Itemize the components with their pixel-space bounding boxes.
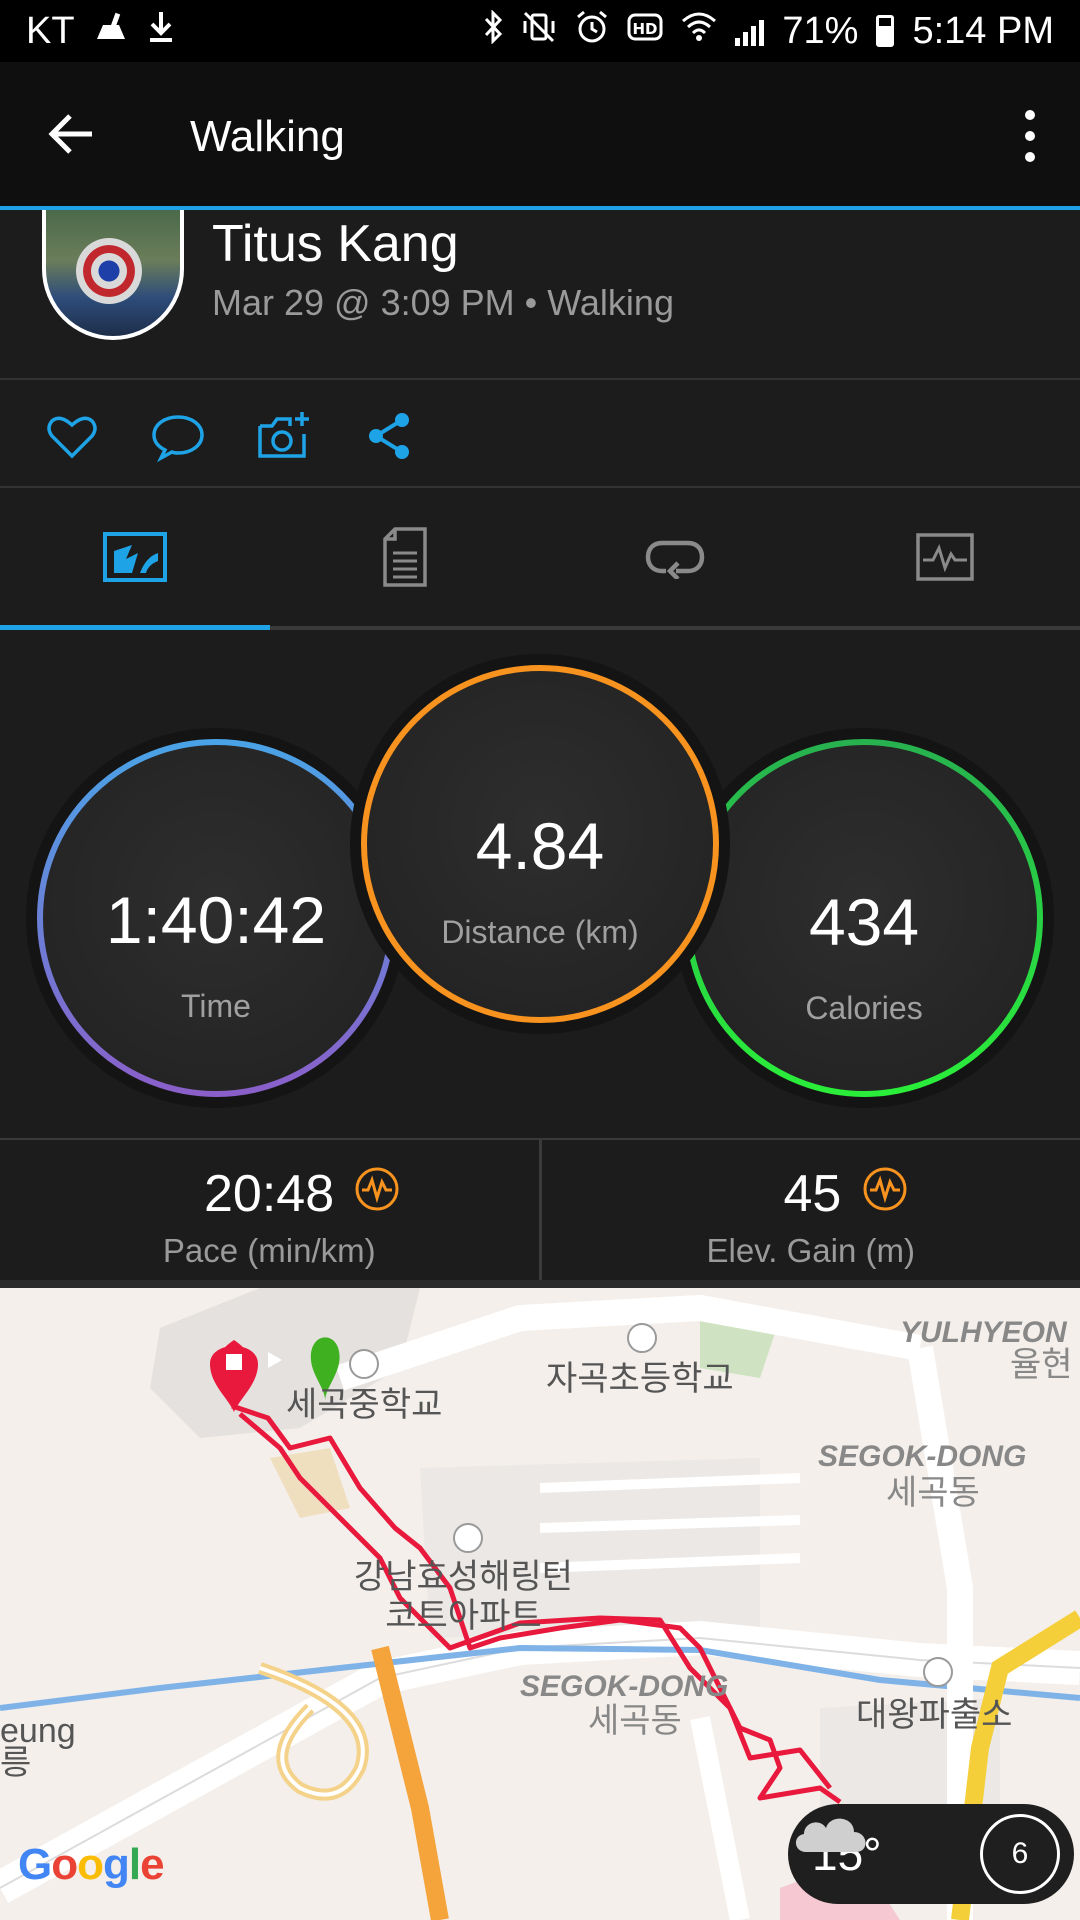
stats-rings: 1:40:42 Time 4.84 Distance (km) 434 Calo…	[0, 630, 1080, 1138]
map-label-dong2-kr: 세곡동	[588, 1702, 682, 1740]
tab-charts[interactable]	[810, 488, 1080, 626]
calories-label: Calories	[805, 990, 923, 1026]
status-bar: KT HD 71% 5:14 PM	[0, 0, 1080, 62]
share-icon[interactable]	[362, 408, 418, 464]
map-label-yulhyeon-kr: 율현	[1010, 1346, 1073, 1384]
pace-label: Pace (min/km)	[162, 1232, 376, 1269]
avatar[interactable]	[42, 210, 184, 340]
carrier-label: KT	[26, 9, 75, 52]
sub-stats: 20:48 Pace (min/km) 45 Elev. Gain (m)	[0, 1138, 1080, 1288]
route-map[interactable]: 세곡중학교 자곡초등학교 강남효성해링턴 코트아파트 SEGOK-DONG 세곡…	[0, 1288, 1080, 1920]
comment-icon[interactable]	[150, 408, 206, 464]
alarm-icon	[575, 10, 609, 53]
page-title: Walking	[190, 112, 345, 161]
elev-stat[interactable]: 45 Elev. Gain (m)	[538, 1140, 1080, 1280]
overflow-menu-icon[interactable]	[1010, 104, 1050, 168]
battery-icon	[876, 15, 895, 47]
map-label-dong1-en: SEGOK-DONG	[818, 1440, 1027, 1473]
charts-icon	[916, 533, 974, 581]
cloud-icon	[795, 1818, 866, 1852]
tab-details[interactable]	[270, 488, 540, 626]
activity-meta: Mar 29 @ 3:09 PM • Walking	[212, 282, 674, 323]
google-logo: Google	[18, 1840, 165, 1889]
action-bar	[0, 380, 1080, 488]
back-arrow-icon[interactable]	[42, 104, 102, 164]
map-label-school2: 자곡초등학교	[546, 1360, 734, 1398]
toolbar: Walking	[0, 62, 1080, 210]
distance-value: 4.84	[475, 809, 605, 883]
hd-icon: HD	[627, 12, 663, 51]
map-label-police: 대왕파출소	[856, 1696, 1013, 1734]
school-icon	[627, 1323, 657, 1353]
map-label-school1: 세곡중학교	[286, 1386, 443, 1424]
pace-value: 20:48	[204, 1165, 335, 1223]
user-name[interactable]: Titus Kang	[212, 214, 459, 274]
bluetooth-icon	[483, 8, 503, 53]
map-label-reung: 릉	[0, 1744, 32, 1782]
like-icon[interactable]	[44, 408, 100, 464]
weather-uv: 6	[980, 1814, 1060, 1894]
time-label: Time	[181, 988, 251, 1024]
pulse-icon	[863, 1167, 906, 1211]
distance-label: Distance (km)	[441, 914, 639, 950]
details-icon	[383, 527, 427, 587]
download-icon	[147, 10, 175, 53]
elev-value: 45	[783, 1165, 842, 1223]
home-icon	[453, 1523, 483, 1553]
shield-image	[76, 238, 142, 304]
pace-stat[interactable]: 20:48 Pace (min/km)	[0, 1140, 539, 1280]
map-label-dong1-kr: 세곡동	[886, 1474, 980, 1512]
weather-widget[interactable]: 15° 6	[788, 1804, 1074, 1904]
svg-text:HD: HD	[633, 20, 658, 38]
tab-bar	[0, 488, 1080, 630]
tab-laps[interactable]	[540, 488, 810, 626]
signal-icon	[735, 16, 765, 46]
battery-percent: 71%	[782, 9, 859, 52]
police-icon	[923, 1657, 953, 1687]
tab-overview[interactable]	[0, 488, 270, 630]
time-value: 1:40:42	[105, 883, 327, 957]
overview-icon	[103, 532, 167, 582]
wifi-icon	[681, 11, 717, 52]
school-icon	[349, 1349, 379, 1379]
laps-icon	[645, 540, 705, 579]
vibrate-icon	[521, 11, 557, 52]
activity-header: Titus Kang Mar 29 @ 3:09 PM • Walking	[0, 210, 1080, 380]
calories-value: 434	[808, 885, 920, 959]
map-label-apt: 강남효성해링턴 코트아파트	[354, 1558, 573, 1636]
elev-label: Elev. Gain (m)	[706, 1232, 915, 1269]
map-label-dong2-en: SEGOK-DONG	[520, 1670, 729, 1703]
add-photo-icon[interactable]	[256, 408, 312, 464]
pulse-icon	[355, 1167, 399, 1211]
cleaner-icon	[93, 11, 129, 52]
clock: 5:14 PM	[912, 9, 1054, 52]
